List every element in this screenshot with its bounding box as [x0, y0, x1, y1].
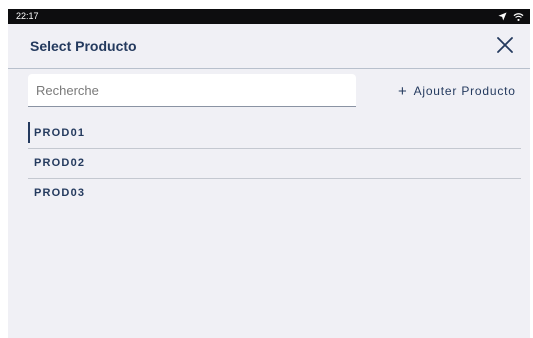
status-icons: [498, 11, 524, 22]
app-window: 22:17 Select Producto + Ajouter: [8, 9, 530, 338]
add-producto-button[interactable]: + Ajouter Producto: [398, 82, 516, 100]
wifi-icon: [513, 12, 524, 22]
plus-icon: +: [398, 82, 408, 100]
list-item-label: PROD03: [34, 187, 86, 199]
list-item[interactable]: PROD01: [28, 119, 521, 149]
list-item-label: PROD01: [34, 127, 86, 139]
status-time: 22:17: [16, 11, 39, 21]
list-item[interactable]: PROD03: [28, 179, 521, 209]
add-producto-label: Ajouter Producto: [413, 84, 516, 98]
product-list: PROD01 PROD02 PROD03: [28, 119, 521, 209]
dialog-header: Select Producto: [8, 24, 530, 69]
close-icon: [497, 37, 513, 53]
status-bar: 22:17: [8, 9, 530, 24]
search-field[interactable]: [28, 74, 356, 107]
location-arrow-icon: [498, 12, 507, 21]
dialog-title: Select Producto: [30, 38, 137, 54]
close-button[interactable]: [494, 34, 516, 56]
search-input[interactable]: [28, 74, 356, 106]
list-item-label: PROD02: [34, 157, 86, 169]
list-item[interactable]: PROD02: [28, 149, 521, 179]
